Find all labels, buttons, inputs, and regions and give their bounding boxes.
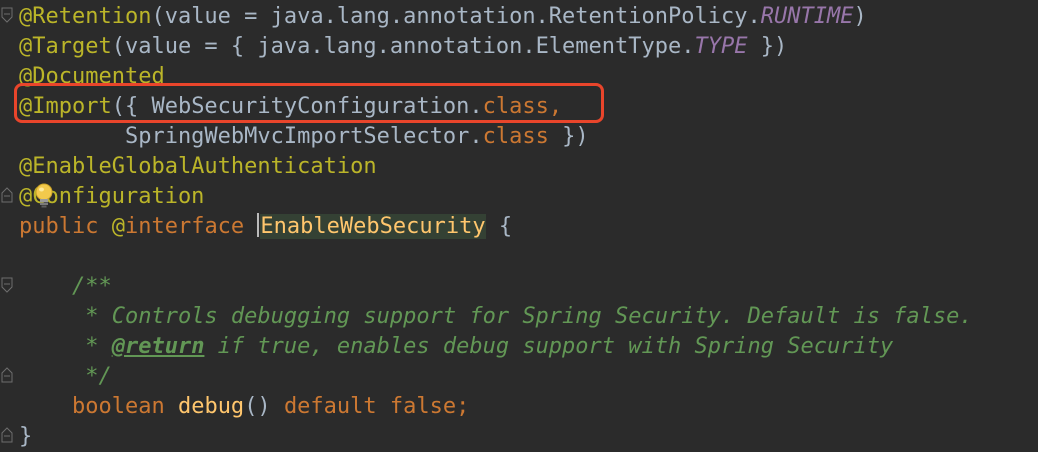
code-token: class	[482, 94, 549, 119]
fold-marker-icon[interactable]	[1, 277, 15, 293]
code-token: @	[111, 214, 125, 239]
code-token: * Controls debugging support for Spring …	[19, 304, 973, 329]
code-token: class	[482, 124, 549, 149]
code-area[interactable]: @Retention(value = java.lang.annotation.…	[19, 2, 973, 452]
code-token: boolean	[19, 394, 178, 419]
code-token: @Retention	[19, 4, 152, 29]
fold-marker-icon[interactable]	[1, 187, 15, 203]
code-token: if true, enables debug support with Spri…	[204, 334, 894, 359]
code-token: RUNTIME	[760, 4, 854, 29]
code-line[interactable]: @Import({ WebSecurityConfiguration.class…	[19, 92, 973, 122]
code-token: TYPE	[694, 34, 748, 59]
code-token: })	[747, 34, 788, 59]
code-token: EnableWebSecurity	[260, 214, 486, 239]
fold-marker-icon[interactable]	[1, 7, 15, 23]
code-token: @return	[111, 334, 205, 359]
code-token: default false;	[283, 394, 470, 419]
code-line[interactable]: @EnableGlobalAuthentication	[19, 152, 973, 182]
code-line[interactable]: }	[19, 422, 973, 452]
lightbulb-icon[interactable]	[33, 182, 55, 210]
code-token: (value = { java.lang.annotation.ElementT…	[111, 34, 695, 59]
code-token: debug	[177, 394, 245, 419]
code-token: )	[853, 4, 867, 29]
code-token: {	[485, 214, 513, 239]
code-token: (value = java.lang.annotation.RetentionP…	[151, 4, 761, 29]
code-line[interactable]: SpringWebMvcImportSelector.class })	[19, 122, 973, 152]
code-line[interactable]: * @return if true, enables debug support…	[19, 332, 973, 362]
fold-marker-icon[interactable]	[1, 367, 15, 383]
code-token: ({ WebSecurityConfiguration.	[111, 94, 483, 119]
code-token: ,	[548, 94, 563, 119]
code-token: }	[19, 424, 33, 449]
code-line[interactable]: @Retention(value = java.lang.annotation.…	[19, 2, 973, 32]
code-token: ()	[244, 394, 284, 419]
code-editor[interactable]: @Retention(value = java.lang.annotation.…	[0, 0, 1038, 452]
code-token: interface	[124, 214, 258, 239]
code-token: *	[19, 334, 112, 359]
code-token: @Target	[19, 34, 112, 59]
code-line[interactable]: @Target(value = { java.lang.annotation.E…	[19, 32, 973, 62]
code-line[interactable]: @Documented	[19, 62, 973, 92]
code-line[interactable]: boolean debug() default false;	[19, 392, 973, 422]
code-line[interactable]	[19, 242, 973, 272]
code-line[interactable]: */	[19, 362, 973, 392]
code-line[interactable]: @Configuration	[19, 182, 973, 212]
code-line[interactable]: /**	[19, 272, 973, 302]
fold-marker-icon[interactable]	[1, 427, 15, 443]
code-token: public	[19, 214, 112, 239]
code-line[interactable]: public @interface EnableWebSecurity {	[19, 212, 973, 242]
code-token: @Documented	[19, 64, 165, 89]
code-line[interactable]: * Controls debugging support for Spring …	[19, 302, 973, 332]
code-token: */	[19, 364, 112, 389]
code-token: SpringWebMvcImportSelector.	[19, 124, 483, 149]
code-token: /**	[19, 274, 112, 299]
code-token: })	[548, 124, 589, 149]
code-token: @Import	[19, 94, 112, 119]
code-token: @EnableGlobalAuthentication	[19, 154, 377, 179]
